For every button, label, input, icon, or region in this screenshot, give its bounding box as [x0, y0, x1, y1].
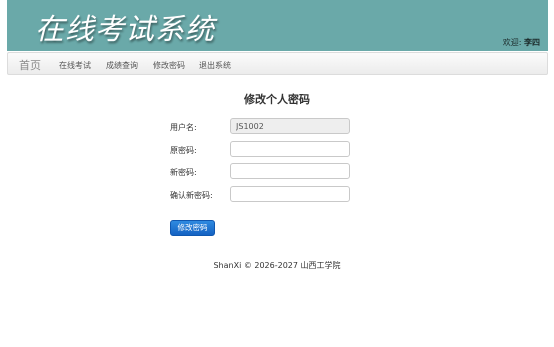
nav-item-logout[interactable]: 退出系统	[199, 60, 231, 71]
app-title: 在线考试系统	[35, 12, 216, 46]
current-username: 李四	[524, 38, 540, 47]
page-title: 修改个人密码	[244, 93, 310, 106]
old-password-label: 原密码:	[170, 146, 197, 155]
header-banner: 在线考试系统 欢迎: 李四	[7, 0, 548, 51]
welcome-message: 欢迎: 李四	[503, 37, 540, 48]
confirm-password-label: 确认新密码:	[170, 191, 213, 200]
nav-home-link[interactable]: 首页	[19, 57, 41, 73]
navbar: 首页 在线考试 成绩查询 修改密码 退出系统	[7, 52, 548, 75]
nav-item-change-password[interactable]: 修改密码	[153, 60, 185, 71]
nav-item-online-exam[interactable]: 在线考试	[59, 60, 91, 71]
nav-item-score-query[interactable]: 成绩查询	[106, 60, 138, 71]
confirm-password-field[interactable]	[230, 186, 350, 202]
new-password-label: 新密码:	[170, 168, 197, 177]
old-password-field[interactable]	[230, 141, 350, 157]
footer-copyright: ShanXi © 2026-2027 山西工学院	[213, 261, 341, 270]
username-field[interactable]	[230, 118, 350, 134]
welcome-label: 欢迎:	[502, 38, 522, 47]
change-password-button[interactable]: 修改密码	[170, 220, 215, 236]
new-password-field[interactable]	[230, 163, 350, 179]
username-label: 用户名:	[170, 123, 197, 132]
